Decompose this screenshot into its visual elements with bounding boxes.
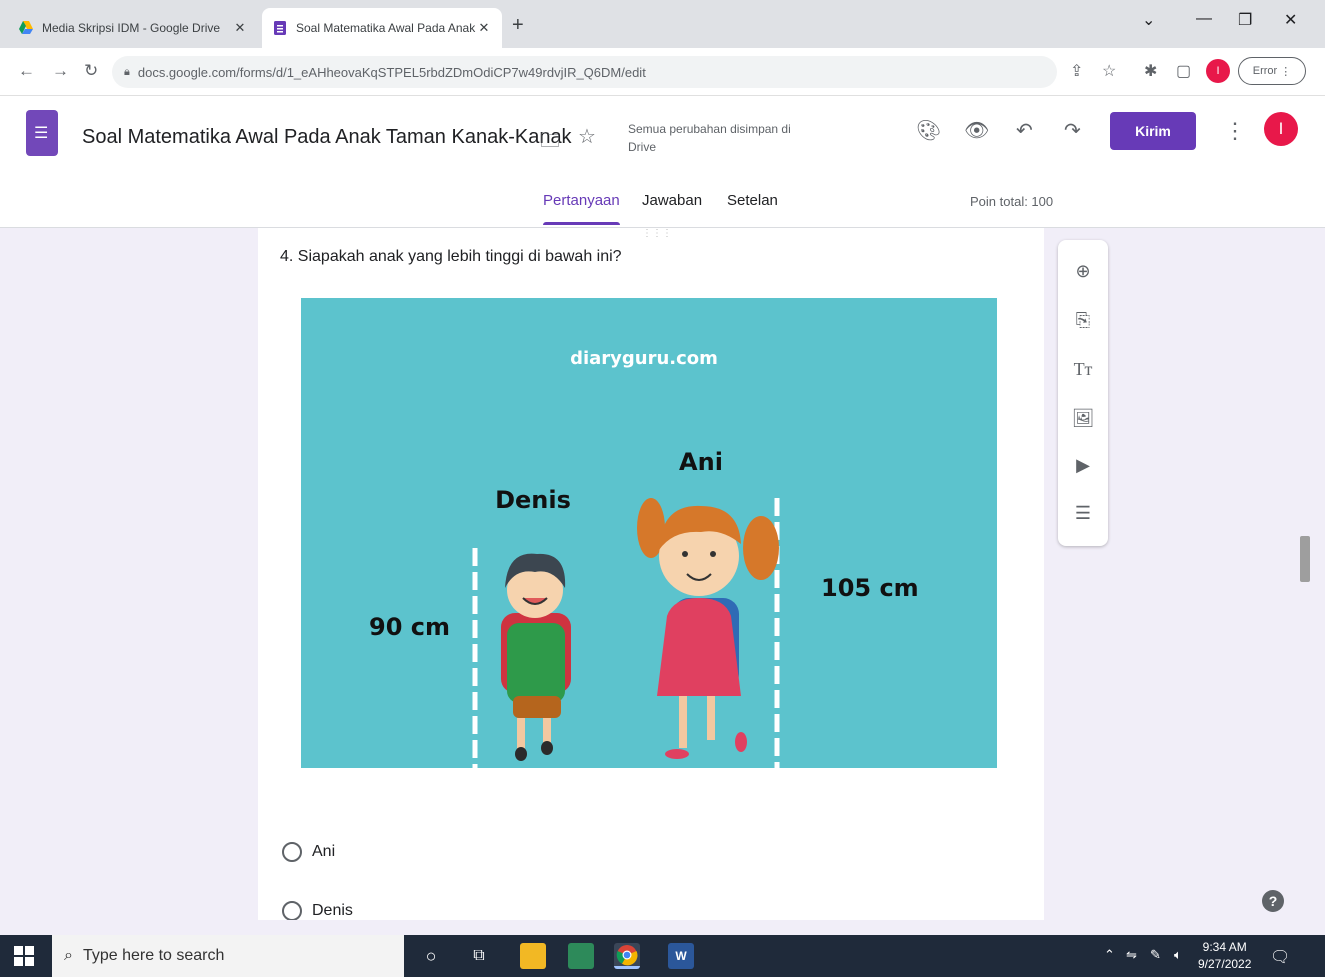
- watermark: diaryguru.com: [570, 348, 718, 369]
- option-ani[interactable]: Ani: [282, 842, 335, 862]
- ani-height-label: 105 cm: [821, 574, 919, 602]
- file-explorer-icon[interactable]: [520, 943, 546, 969]
- tab-search-icon[interactable]: ⌄: [1142, 10, 1155, 30]
- drag-handle-icon[interactable]: ⋮⋮⋮: [642, 228, 672, 239]
- back-icon[interactable]: ←: [18, 61, 35, 81]
- option-denis[interactable]: Denis: [282, 901, 353, 920]
- bookmark-star-icon[interactable]: ☆: [1102, 61, 1116, 81]
- search-icon: ⌕: [64, 947, 73, 964]
- radio-button[interactable]: [282, 901, 302, 920]
- help-icon[interactable]: ?: [1262, 890, 1284, 912]
- add-video-icon[interactable]: ▶: [1072, 454, 1094, 476]
- notifications-icon[interactable]: 🗨︎: [1270, 947, 1290, 967]
- tab-settings[interactable]: Setelan: [727, 192, 778, 209]
- clock-time: 9:34 AM: [1202, 940, 1247, 954]
- task-view-icon[interactable]: ⧉: [466, 943, 492, 969]
- address-bar[interactable]: 🔒︎ docs.google.com/forms/d/1_eAHheovaKqS…: [112, 56, 1057, 88]
- floating-toolbar: ⊕ ⎘ Tт 🖼︎ ▶ ☰: [1058, 240, 1108, 546]
- close-tab-icon[interactable]: ✕: [476, 20, 492, 36]
- network-icon[interactable]: ⇋: [1126, 947, 1137, 963]
- cortana-icon[interactable]: ○: [418, 943, 444, 969]
- question-image[interactable]: diaryguru.com 90 cm Denis 105 cm Ani: [301, 298, 997, 768]
- account-avatar[interactable]: I: [1264, 112, 1298, 146]
- extensions-icon[interactable]: ✱: [1144, 61, 1157, 81]
- pen-icon[interactable]: ✎: [1150, 947, 1161, 963]
- windows-start-icon[interactable]: [14, 946, 34, 966]
- question-card[interactable]: ⋮⋮⋮ 4. Siapakah anak yang lebih tinggi d…: [258, 228, 1044, 920]
- forward-icon[interactable]: →: [52, 61, 69, 81]
- tab-title: Media Skripsi IDM - Google Drive: [42, 21, 221, 35]
- add-question-icon[interactable]: ⊕: [1072, 260, 1094, 282]
- ani-name-label: Ani: [679, 448, 723, 476]
- tab-responses[interactable]: Jawaban: [642, 192, 702, 209]
- total-points: Poin total: 100: [970, 194, 1054, 209]
- denis-name-label: Denis: [495, 486, 571, 514]
- taskbar-search[interactable]: ⌕ Type here to search: [52, 935, 404, 977]
- chrome-icon[interactable]: [614, 943, 640, 969]
- reload-icon[interactable]: ↻: [84, 61, 98, 81]
- error-label: Error: [1252, 65, 1278, 77]
- question-text[interactable]: 4. Siapakah anak yang lebih tinggi di ba…: [280, 248, 622, 266]
- customize-theme-icon[interactable]: 🎨︎: [916, 118, 941, 143]
- denis-height-label: 90 cm: [369, 613, 450, 641]
- tab-questions[interactable]: Pertanyaan: [543, 192, 620, 225]
- store-app-icon[interactable]: [568, 943, 594, 969]
- redo-icon[interactable]: ↷: [1064, 118, 1081, 143]
- height-comparison-illustration: diaryguru.com 90 cm Denis 105 cm Ani: [301, 298, 997, 768]
- close-tab-icon[interactable]: ✕: [232, 20, 248, 36]
- browser-tab-drive[interactable]: Media Skripsi IDM - Google Drive ✕: [8, 8, 258, 48]
- scrollbar-thumb[interactable]: [1300, 536, 1310, 582]
- browser-tab-strip: Media Skripsi IDM - Google Drive ✕ Soal …: [0, 0, 1325, 48]
- page-scrollbar[interactable]: [1296, 228, 1314, 930]
- send-button[interactable]: Kirim: [1110, 112, 1196, 150]
- radio-button[interactable]: [282, 842, 302, 862]
- minimize-icon[interactable]: —: [1196, 10, 1212, 28]
- save-status: Semua perubahan disimpan di Drive: [628, 122, 791, 154]
- error-button[interactable]: Error ⋮: [1238, 57, 1306, 85]
- undo-icon[interactable]: ↶: [1016, 118, 1033, 143]
- profile-avatar[interactable]: I: [1206, 59, 1230, 83]
- lock-icon: 🔒︎: [124, 65, 130, 78]
- search-placeholder: Type here to search: [82, 947, 225, 964]
- url-text: docs.google.com/forms/d/1_eAHheovaKqSTPE…: [137, 64, 646, 80]
- word-icon[interactable]: W: [668, 943, 694, 969]
- restore-icon[interactable]: ❐: [1238, 10, 1252, 30]
- clock-date: 9/27/2022: [1198, 957, 1252, 971]
- import-questions-icon[interactable]: ⎘: [1072, 309, 1094, 331]
- more-options-icon[interactable]: ⋮: [1224, 118, 1246, 144]
- google-forms-icon: [274, 21, 286, 35]
- google-forms-logo[interactable]: [26, 110, 58, 156]
- folder-icon[interactable]: 🗀︎: [540, 126, 560, 160]
- browser-tab-forms[interactable]: Soal Matematika Awal Pada Anak ✕: [262, 8, 502, 48]
- add-title-icon[interactable]: Tт: [1072, 358, 1094, 380]
- option-label: Ani: [312, 843, 336, 860]
- tab-title: Soal Matematika Awal Pada Anak: [296, 21, 476, 35]
- google-drive-icon: [19, 21, 33, 34]
- chrome-logo: [616, 944, 638, 965]
- add-section-icon[interactable]: ☰: [1072, 502, 1094, 524]
- preview-eye-icon[interactable]: 👁︎: [964, 118, 989, 143]
- option-label: Denis: [312, 902, 353, 919]
- add-image-icon[interactable]: 🖼︎: [1072, 407, 1095, 429]
- volume-icon[interactable]: 🔈︎: [1174, 947, 1182, 963]
- new-tab-icon[interactable]: +: [512, 14, 524, 37]
- windows-taskbar: ⌕ Type here to search ○ ⧉ W ⌃ ⇋ ✎ 🔈︎ 9:3…: [0, 935, 1325, 977]
- form-title[interactable]: Soal Matematika Awal Pada Anak Taman Kan…: [82, 126, 572, 149]
- tray-arrow-icon[interactable]: ⌃: [1104, 947, 1115, 963]
- side-panel-icon[interactable]: ▢: [1176, 61, 1191, 81]
- star-icon[interactable]: ☆: [578, 124, 596, 149]
- share-icon[interactable]: ⇪: [1070, 61, 1083, 81]
- forms-header: Soal Matematika Awal Pada Anak Taman Kan…: [0, 96, 1325, 228]
- browser-toolbar: ← → ↻ 🔒︎ docs.google.com/forms/d/1_eAHhe…: [0, 48, 1325, 96]
- close-window-icon[interactable]: ✕: [1284, 10, 1297, 30]
- taskbar-clock[interactable]: 9:34 AM 9/27/2022: [1198, 939, 1251, 973]
